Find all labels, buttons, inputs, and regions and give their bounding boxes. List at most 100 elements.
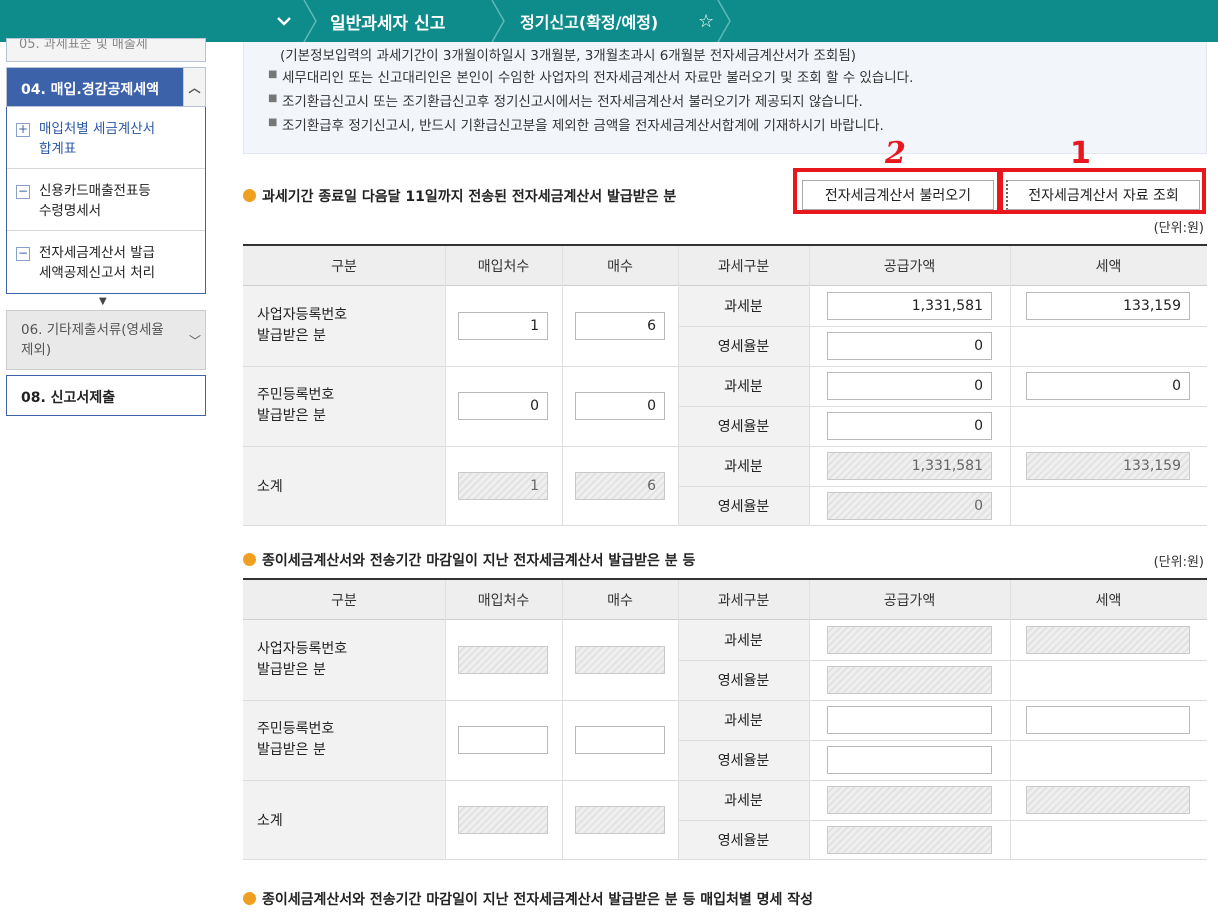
breadcrumb-separator-icon [717, 0, 731, 42]
sidebar-item-label: 제외) [21, 342, 52, 358]
row-label-biz: 사업자등록번호발급받은 분 [243, 620, 445, 700]
row-divider [243, 366, 1207, 367]
sub-label: 신용카드매출전표등 [39, 183, 151, 199]
col-header: 공급가액 [809, 246, 1010, 286]
resident-zero-amount-input[interactable]: 0 [827, 412, 992, 440]
row-divider [678, 326, 1207, 327]
col-divider [562, 580, 563, 860]
col-header: 세액 [1010, 580, 1207, 620]
row-label-subtotal: 소계 [243, 780, 445, 860]
chevron-up-icon[interactable]: ︿ [183, 68, 205, 106]
sidebar-subitem-purchase-summary[interactable]: + 매입처별 세금계산서 합계표 [7, 107, 205, 169]
sidebar-submenu: + 매입처별 세금계산서 합계표 − 신용카드매출전표등수령명세서 − 전자세금계… [6, 107, 206, 294]
sidebar-subitem-card-receipts[interactable]: − 신용카드매출전표등 수령명세서 [7, 169, 205, 231]
bullet-icon: ■ [268, 69, 278, 80]
paper-biz-taxable-amount-field [827, 626, 992, 654]
lookup-e-invoice-button[interactable]: 전자세금계산서 자료 조회 [1006, 180, 1200, 210]
star-icon[interactable]: ☆ [698, 0, 714, 42]
col-header: 과세구분 [678, 580, 809, 620]
paper-resident-zero-amount-input[interactable] [827, 746, 992, 774]
col-header: 세액 [1010, 246, 1207, 286]
row-divider [243, 859, 1207, 860]
breadcrumb-general-taxpayer[interactable]: 일반과세자 신고 [330, 0, 445, 42]
menu-dropdown-toggle[interactable] [276, 0, 292, 42]
row-label-text: 사업자등록번호 [257, 641, 348, 657]
biz-zero-amount-input[interactable]: 0 [827, 332, 992, 360]
row-label-text: 발급받은 분 [257, 328, 326, 344]
paper-resident-taxable-amount-input[interactable] [827, 706, 992, 734]
notice-line: (기본정보입력의 과세기간이 3개월이하일시 3개월분, 3개월초과시 6개월분… [280, 48, 857, 64]
row-divider [243, 780, 1207, 781]
section2-title: 종이세금계산서와 전송기간 마감일이 지난 전자세금계산서 발급받은 분 등 [243, 550, 695, 570]
row-divider [243, 446, 1207, 447]
paper-resident-suppliers-input[interactable] [458, 726, 548, 754]
subtotal-taxable-amount-field: 1,331,581 [827, 452, 992, 480]
type-zero: 영세율분 [678, 820, 809, 860]
section1-title: 과세기간 종료일 다음달 11일까지 전송된 전자세금계산서 발급받은 분 [243, 186, 676, 206]
top-nav-bar: 일반과세자 신고 정기신고(확정/예정) ☆ [0, 0, 1218, 42]
biz-taxable-amount-input[interactable]: 1,331,581 [827, 292, 992, 320]
plus-icon: + [16, 122, 30, 137]
col-header: 구분 [243, 580, 445, 620]
minus-icon: − [16, 246, 30, 261]
col-header: 매수 [562, 246, 678, 286]
notice-line: 세무대리인 또는 신고대리인은 본인이 수임한 사업자의 전자세금계산서 자료만… [282, 70, 914, 86]
paper-resident-count-input[interactable] [575, 726, 665, 754]
type-taxable: 과세분 [678, 446, 809, 486]
annotation-1: 1 [1070, 136, 1091, 171]
col-divider [809, 580, 810, 860]
type-zero: 영세율분 [678, 486, 809, 526]
load-e-invoice-button[interactable]: 전자세금계산서 불러오기 [802, 180, 994, 210]
type-taxable: 과세분 [678, 620, 809, 660]
col-header: 과세구분 [678, 246, 809, 286]
resident-taxable-tax-input[interactable]: 0 [1026, 372, 1190, 400]
notice-box: (기본정보입력의 과세기간이 3개월이하일시 3개월분, 3개월초과시 6개월분… [243, 42, 1207, 154]
sidebar-item-label: 04. 매입.경감공제세액 [21, 82, 160, 98]
biz-taxable-tax-input[interactable]: 133,159 [1026, 292, 1190, 320]
col-divider [678, 580, 679, 860]
sidebar-item-label: 08. 신고서제출 [21, 390, 116, 406]
sidebar-item-05[interactable]: 05. 과세표준 및 매출세 [6, 38, 206, 62]
row-divider [678, 740, 1207, 741]
row-divider [678, 406, 1207, 407]
sidebar-subitem-e-invoice-credit[interactable]: − 전자세금계산서 발급 세액공제신고서 처리 [7, 231, 205, 293]
bullet-icon: ■ [268, 117, 278, 128]
row-label-text: 발급받은 분 [257, 662, 326, 678]
resident-suppliers-input[interactable]: 0 [458, 392, 548, 420]
type-zero: 영세율분 [678, 326, 809, 366]
col-divider [445, 580, 446, 860]
biz-suppliers-input[interactable]: 1 [458, 312, 548, 340]
row-label-text: 주민등록번호 [257, 721, 335, 737]
type-zero: 영세율분 [678, 406, 809, 446]
sidebar-item-label: 05. 과세표준 및 매출세 [19, 38, 148, 52]
sidebar-item-08[interactable]: 08. 신고서제출 [6, 375, 206, 416]
row-divider [243, 525, 1207, 526]
sub-label: 합계표 [39, 141, 77, 157]
subtotal-taxable-tax-field: 133,159 [1026, 452, 1190, 480]
sidebar-item-04[interactable]: 04. 매입.경감공제세액 ︿ [6, 67, 206, 107]
paper-subtotal-taxable-amount-field [827, 786, 992, 814]
type-taxable: 과세분 [678, 700, 809, 740]
paper-subtotal-count-field [575, 806, 665, 834]
paper-invoice-table: 구분 매입처수 매수 과세구분 공급가액 세액 사업자등록번호 발급받은 분 주민… [243, 578, 1207, 860]
section3-title-text: 종이세금계산서와 전송기간 마감일이 지난 전자세금계산서 발급받은 분 등 매… [262, 892, 814, 908]
breadcrumb-regular-return[interactable]: 정기신고(확정/예정) [520, 0, 658, 42]
col-divider [445, 246, 446, 526]
paper-biz-count-field [575, 646, 665, 674]
paper-subtotal-taxable-tax-field [1026, 786, 1190, 814]
unit-label: (단위:원) [1153, 221, 1204, 236]
paper-resident-taxable-tax-input[interactable] [1026, 706, 1190, 734]
chevron-down-icon[interactable]: ﹀ [185, 311, 205, 369]
section3-title: 종이세금계산서와 전송기간 마감일이 지난 전자세금계산서 발급받은 분 등 매… [243, 889, 813, 909]
type-zero: 영세율분 [678, 660, 809, 700]
biz-count-input[interactable]: 6 [575, 312, 665, 340]
row-label-subtotal: 소계 [243, 446, 445, 526]
sub-label: 수령명세서 [39, 203, 102, 219]
resident-taxable-amount-input[interactable]: 0 [827, 372, 992, 400]
resident-count-input[interactable]: 0 [575, 392, 665, 420]
row-divider [678, 820, 1207, 821]
type-taxable: 과세분 [678, 286, 809, 326]
breadcrumb-separator-icon [491, 0, 505, 42]
sidebar-item-06[interactable]: 06. 기타제출서류(영세율 제외) ﹀ [6, 310, 206, 370]
col-divider [1010, 246, 1011, 526]
